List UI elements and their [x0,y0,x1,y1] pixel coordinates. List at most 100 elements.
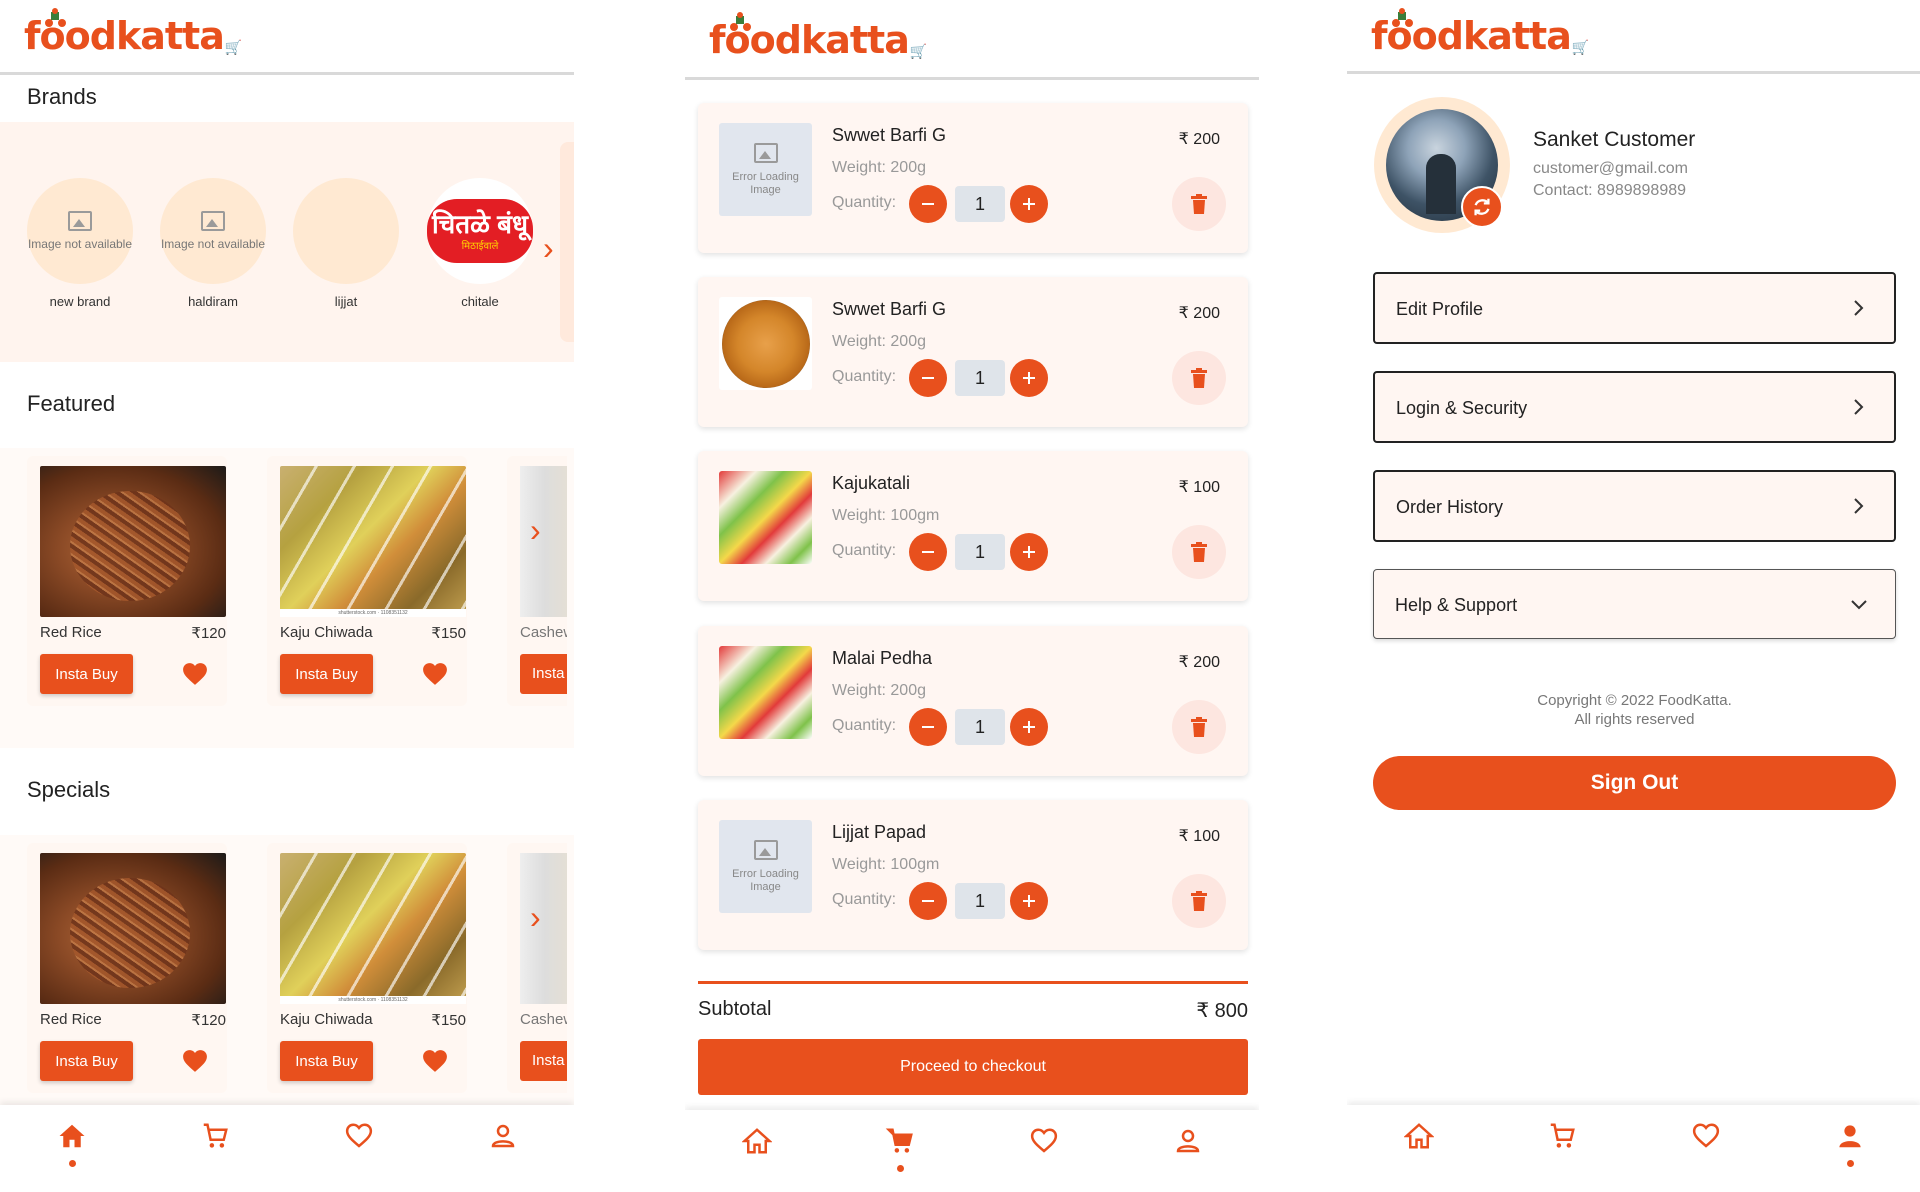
quantity-value[interactable]: 1 [955,534,1005,570]
cart-item-price: ₹ 100 [1178,479,1220,496]
brands-carousel[interactable]: Image not available new brand Image not … [0,122,574,362]
cart-item-name: Swwet Barfi G [832,125,947,145]
nav-cart[interactable] [1542,1121,1582,1181]
profile-email: customer@gmail.com [1533,160,1688,177]
chevron-right-icon[interactable]: › [530,899,541,936]
proceed-to-checkout-button[interactable]: Proceed to checkout [698,1039,1248,1095]
cart-item-price: ₹ 200 [1178,131,1220,148]
minus-icon [922,551,934,553]
cart-icon [885,1128,913,1153]
cart-item-weight: Weight: 200g [832,159,926,176]
brand-image-placeholder: Image not available [160,178,266,284]
decrease-quantity-button[interactable] [909,359,947,397]
nav-profile[interactable] [1168,1126,1208,1186]
brand-logo-subtext: मिठाईवाले [461,241,499,252]
increase-quantity-button[interactable] [1010,359,1048,397]
heart-icon[interactable] [182,1049,208,1073]
app-logo[interactable]: foodkatta 🛒 [1371,8,1589,60]
increase-quantity-button[interactable] [1010,882,1048,920]
cart-item-name: Lijjat Papad [832,822,927,842]
profile-icon [491,1124,515,1148]
cart-icon: 🛒 [909,43,928,59]
quantity-value[interactable]: 1 [955,186,1005,222]
copyright-line: All rights reserved [1574,711,1695,728]
heart-icon[interactable] [422,662,448,686]
nav-profile[interactable] [1830,1121,1870,1181]
image-credit: shutterstock.com · 1108351132 [280,996,466,1004]
delete-item-button[interactable] [1172,700,1226,754]
edit-profile-row[interactable]: Edit Profile [1373,272,1896,344]
delete-item-button[interactable] [1172,874,1226,928]
product-price: ₹150 [431,625,466,642]
increase-quantity-button[interactable] [1010,185,1048,223]
cart-item: Malai Pedha Weight: 200g Quantity: 1 ₹ 2… [698,626,1248,776]
insta-buy-button[interactable]: Insta Buy [520,654,567,694]
change-avatar-button[interactable] [1461,186,1503,228]
chevron-right-icon [1854,300,1864,316]
product-card-peek[interactable]: › Cashew Insta Buy [507,456,567,706]
favorites-icon [345,1123,373,1148]
order-history-row[interactable]: Order History [1373,470,1896,542]
nav-home[interactable] [1399,1121,1439,1181]
active-indicator [754,1165,761,1172]
insta-buy-button[interactable]: Insta Buy [40,1041,133,1081]
nav-cart[interactable] [880,1126,920,1186]
delete-item-button[interactable] [1172,177,1226,231]
quantity-value[interactable]: 1 [955,883,1005,919]
nav-profile[interactable] [483,1121,523,1181]
image-credit: shutterstock.com · 1108351132 [280,609,466,617]
insta-buy-button[interactable]: Insta Buy [40,654,133,694]
increase-quantity-button[interactable] [1010,533,1048,571]
chevron-right-icon[interactable]: › [530,512,541,549]
delete-item-button[interactable] [1172,525,1226,579]
brand-item[interactable]: चितळे बंधू मिठाईवाले chitale [427,178,533,309]
insta-buy-button[interactable]: Insta Buy [280,1041,373,1081]
brand-logo: चितळे बंधू मिठाईवाले [427,178,533,284]
insta-buy-button[interactable]: Insta Buy [280,654,373,694]
nav-cart[interactable] [195,1121,235,1181]
product-card[interactable]: shutterstock.com · 1108351132 Kaju Chiwa… [267,843,467,1093]
heart-icon[interactable] [422,1049,448,1073]
home-icon [59,1124,85,1148]
copyright: Copyright © 2022 FoodKatta. All rights r… [1373,691,1896,729]
featured-carousel[interactable]: Red Rice ₹120 Insta Buy shutterstock.com… [0,448,574,748]
active-indicator [68,1160,76,1167]
product-image [520,466,567,617]
cart-item: Swwet Barfi G Weight: 200g Quantity: 1 ₹… [698,277,1248,427]
delete-item-button[interactable] [1172,351,1226,405]
copyright-line: Copyright © 2022 FoodKatta. [1537,692,1732,709]
increase-quantity-button[interactable] [1010,708,1048,746]
nav-favorites[interactable] [1024,1126,1064,1186]
product-card[interactable]: shutterstock.com · 1108351132 Kaju Chiwa… [267,456,467,706]
quantity-value[interactable]: 1 [955,709,1005,745]
decrease-quantity-button[interactable] [909,708,947,746]
nav-favorites[interactable] [339,1121,379,1181]
brand-item[interactable]: Image not available haldiram [160,178,266,309]
login-security-row[interactable]: Login & Security [1373,371,1896,443]
app-logo[interactable]: foodkatta 🛒 [709,12,928,64]
product-card[interactable]: Red Rice ₹120 Insta Buy [27,843,227,1093]
quantity-label: Quantity: [832,717,897,734]
insta-buy-button[interactable]: Insta Buy [520,1041,567,1081]
brand-item[interactable]: Image not available new brand [27,178,133,309]
product-card-peek[interactable]: › Cashew Insta Buy [507,843,567,1093]
cart-item: Error Loading Image Swwet Barfi G Weight… [698,103,1248,253]
nav-favorites[interactable] [1686,1121,1726,1181]
chevron-right-icon[interactable]: › [543,230,554,267]
decrease-quantity-button[interactable] [909,185,947,223]
product-image [40,466,226,617]
app-logo[interactable]: foodkatta 🛒 [24,8,242,60]
sign-out-button[interactable]: Sign Out [1373,756,1896,810]
heart-icon[interactable] [182,662,208,686]
rider-icon [730,12,751,31]
product-card[interactable]: Red Rice ₹120 Insta Buy [27,456,227,706]
decrease-quantity-button[interactable] [909,533,947,571]
help-support-row[interactable]: Help & Support [1373,569,1896,639]
quantity-value[interactable]: 1 [955,360,1005,396]
nav-home[interactable] [737,1126,777,1186]
specials-carousel[interactable]: Red Rice ₹120 Insta Buy shutterstock.com… [0,835,574,1105]
brand-item[interactable]: lijjat [293,178,399,309]
nav-home[interactable] [52,1121,92,1181]
decrease-quantity-button[interactable] [909,882,947,920]
brand-logo-text: चितळे बंधू [432,209,528,239]
